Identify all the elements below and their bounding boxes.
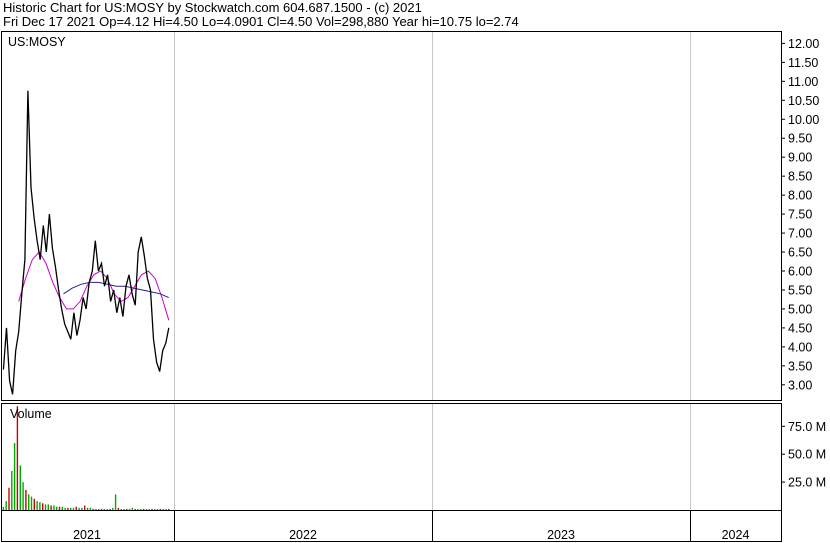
x-axis-strip	[1, 510, 782, 542]
price-axis: 12.00 11.50 11.00 10.50 10.00 9.50 9.00 8.50 8.0…	[781, 37, 819, 392]
price-tick-label: 4.00	[788, 340, 812, 354]
price-tick-label: 11.00	[788, 75, 818, 89]
volume-tick-label: 50.0 M	[788, 448, 826, 462]
volume-panel	[1, 403, 782, 511]
x-tick-label: 2022	[289, 528, 317, 542]
price-tick-label: 3.00	[788, 378, 812, 392]
volume-axis: 75.0 M 50.0 M 25.0 M	[781, 420, 826, 490]
price-tick-label: 8.00	[788, 189, 812, 203]
symbol-label: US:MOSY	[8, 35, 66, 49]
price-tick-label: 9.00	[788, 151, 812, 165]
price-tick-label: 10.00	[788, 113, 819, 127]
price-tick-label: 9.50	[788, 132, 812, 146]
grid-lines	[174, 32, 691, 541]
volume-tick-label: 75.0 M	[788, 420, 826, 434]
price-tick-label: 8.50	[788, 170, 812, 184]
volume-label: Volume	[10, 407, 52, 421]
price-tick-label: 4.50	[788, 321, 812, 335]
price-tick-label: 11.50	[788, 56, 818, 70]
volume-tick-label: 25.0 M	[788, 476, 826, 490]
volume-bars	[2, 406, 170, 510]
x-tick-label: 2021	[73, 528, 101, 542]
price-tick-label: 6.50	[788, 246, 812, 260]
price-tick-label: 7.50	[788, 208, 812, 222]
x-tick-label: 2023	[547, 528, 575, 542]
price-line	[2, 90, 170, 395]
price-panel	[1, 31, 782, 401]
price-tick-label: 10.50	[788, 94, 819, 108]
price-line-group	[2, 90, 170, 395]
price-tick-label: 3.50	[788, 359, 812, 373]
x-tick-label: 2024	[722, 528, 750, 542]
price-tick-label: 6.00	[788, 265, 812, 279]
price-tick-label: 12.00	[788, 37, 819, 51]
price-tick-label: 7.00	[788, 227, 812, 241]
stock-chart: 12.00 11.50 11.00 10.50 10.00 9.50 9.00 8.50 8.0…	[1, 31, 826, 542]
price-tick-label: 5.50	[788, 283, 812, 297]
price-tick-label: 5.00	[788, 302, 812, 316]
